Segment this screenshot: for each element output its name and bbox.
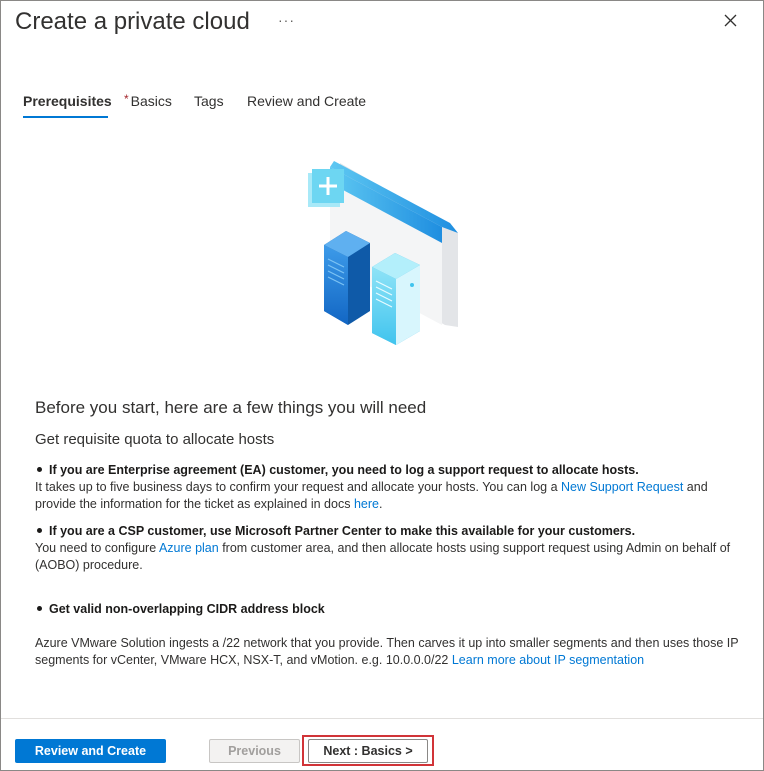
bullet-text: If you are a CSP customer, use Microsoft… [49,524,636,538]
new-support-request-link[interactable]: New Support Request [561,480,683,494]
bullet-icon [37,467,42,473]
private-cloud-illustration [300,155,465,355]
footer-divider [1,718,763,719]
description-text: It takes up to five business days to con… [35,480,562,494]
ea-description: It takes up to five business days to con… [35,479,740,513]
tab-tags[interactable]: Tags [194,93,224,109]
quota-subheading: Get requisite quota to allocate hosts [35,431,275,448]
tab-review-and-create[interactable]: Review and Create [247,93,366,109]
tab-label: Prerequisites [23,93,112,109]
required-marker: * [124,92,129,106]
ip-segmentation-link[interactable]: Learn more about IP segmentation [452,653,644,667]
tab-basics[interactable]: * Basics [124,92,172,109]
active-tab-indicator [23,116,108,118]
review-and-create-button[interactable]: Review and Create [15,739,166,763]
list-item: Get valid non-overlapping CIDR address b… [35,602,325,616]
tab-label: Tags [194,93,224,109]
bullet-text: If you are Enterprise agreement (EA) cus… [49,463,639,477]
description-text: You need to configure [35,541,159,555]
cidr-description: Azure VMware Solution ingests a /22 netw… [35,635,740,669]
prerequisites-heading: Before you start, here are a few things … [35,398,427,417]
description-text: . [378,497,383,511]
close-icon[interactable] [720,10,742,32]
bullet-icon [37,606,42,612]
next-basics-button[interactable]: Next : Basics > [308,739,428,763]
list-item: If you are a CSP customer, use Microsoft… [35,524,635,538]
bullet-icon [37,528,42,534]
tab-prerequisites[interactable]: Prerequisites [23,93,112,109]
list-item: If you are Enterprise agreement (EA) cus… [35,463,639,477]
previous-button[interactable]: Previous [209,739,300,763]
docs-here-link[interactable]: here [354,497,379,511]
bullet-text: Get valid non-overlapping CIDR address b… [49,602,325,616]
page-title: Create a private cloud [15,8,250,35]
csp-description: You need to configure Azure plan from cu… [35,540,740,574]
azure-plan-link[interactable]: Azure plan [159,541,219,555]
more-options-icon[interactable]: ··· [278,12,295,28]
tab-label: Basics [130,93,172,109]
tab-label: Review and Create [247,93,367,109]
